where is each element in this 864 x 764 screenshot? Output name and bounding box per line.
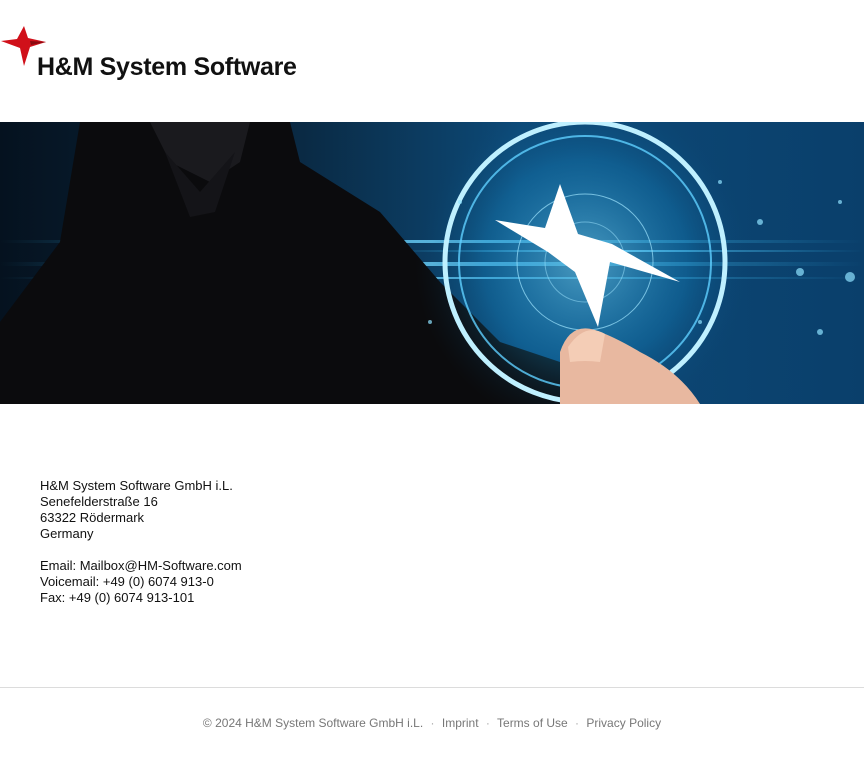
site-logo[interactable]: H&M System Software [0,24,320,84]
hero-image [0,122,864,404]
logo-text: H&M System Software [37,53,297,81]
footer-divider [0,687,864,688]
email-line[interactable]: Email: Mailbox@HM-Software.com [40,558,242,574]
country: Germany [40,526,94,541]
address-spacer [40,542,242,558]
city-postal: 63322 Rödermark [40,510,145,525]
page: H&M System Software H&M System Software … [0,0,864,764]
privacy-policy-link[interactable]: Privacy Policy [586,716,661,730]
street-address: Senefelderstraße 16 [40,494,158,509]
footer-separator: · [485,716,490,730]
imprint-link[interactable]: Imprint [442,716,479,730]
site-footer: © 2024 H&M System Software GmbH i.L. · I… [0,716,864,730]
footer-separator: · [575,716,580,730]
copyright-text: © 2024 H&M System Software GmbH i.L. [202,716,424,730]
hero-banner [0,122,864,404]
terms-of-use-link[interactable]: Terms of Use [497,716,568,730]
fax-line: Fax: +49 (0) 6074 913-101 [40,590,195,605]
footer-separator: · [430,716,435,730]
site-header: H&M System Software [0,0,864,122]
contact-address: H&M System Software GmbH i.L. Senefelder… [40,478,242,606]
company-name: H&M System Software GmbH i.L. [40,478,233,493]
voicemail-line: Voicemail: +49 (0) 6074 913-0 [40,574,214,589]
